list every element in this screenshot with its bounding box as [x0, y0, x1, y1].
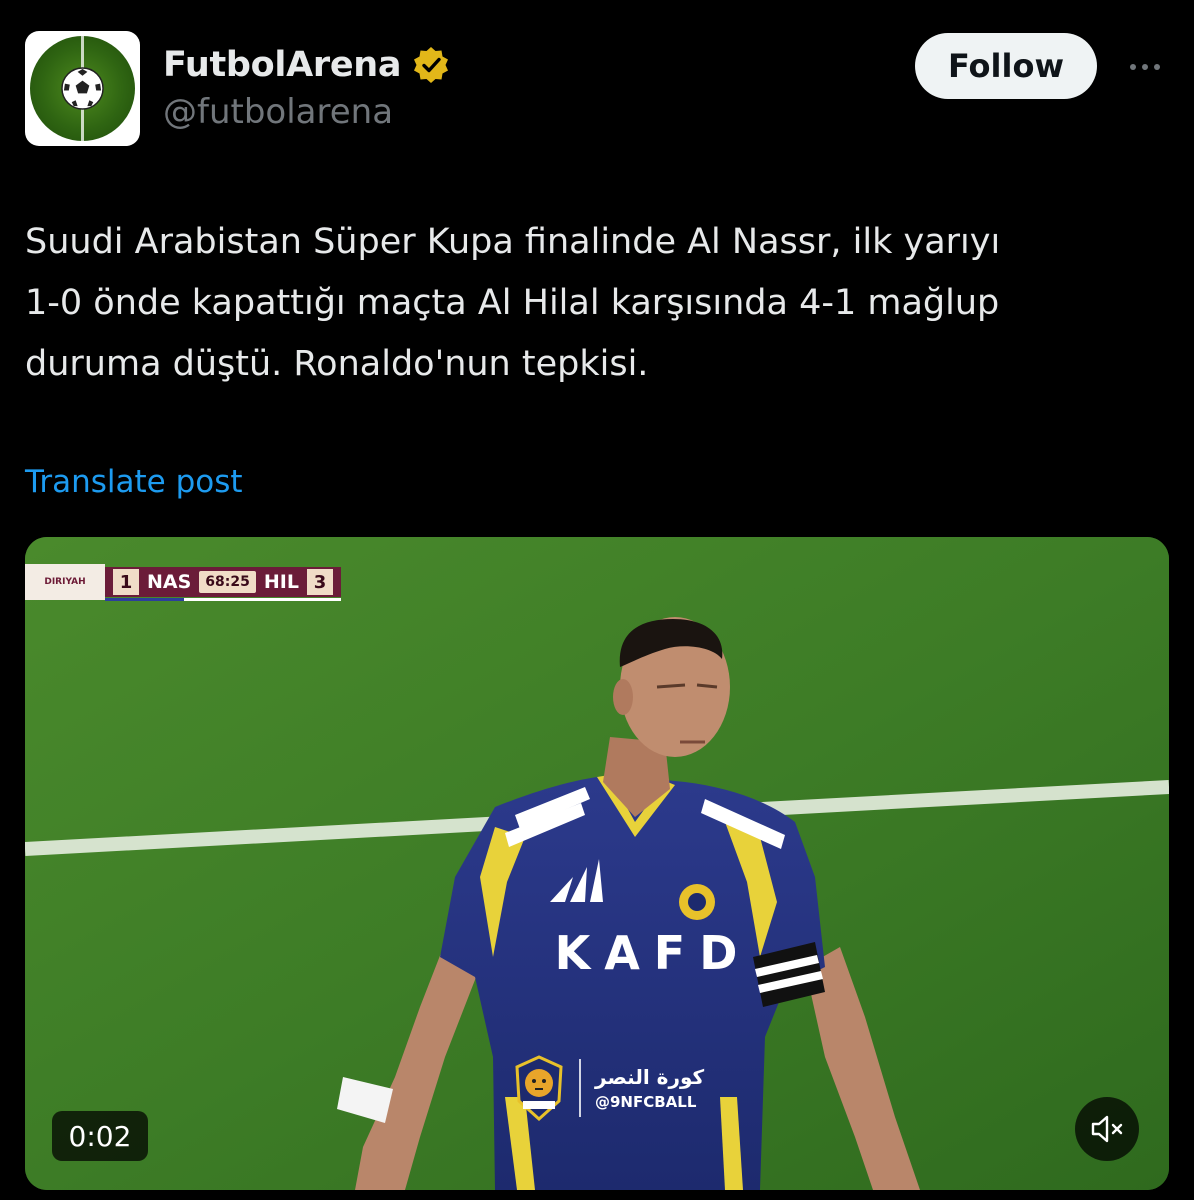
match-clock: 68:25: [199, 571, 256, 593]
watermark-arabic: كورة النصر: [595, 1065, 705, 1089]
author-avatar[interactable]: [25, 31, 140, 146]
post-text-line: Suudi Arabistan Süper Kupa finalinde Al …: [25, 222, 1001, 262]
channel-watermark: كورة النصر @9NFCBALL: [513, 1053, 704, 1123]
verified-badge-icon: [414, 47, 449, 83]
away-team: HIL: [263, 571, 299, 593]
more-dot: [1154, 64, 1160, 70]
more-dot: [1142, 64, 1148, 70]
jersey-sponsor-text: KAFD: [555, 926, 752, 980]
home-team: NAS: [147, 571, 192, 593]
post-card: FutbolArena @futbolarena Follow Suudi Ar…: [0, 0, 1194, 1200]
scoreboard-underline: [105, 598, 341, 601]
post-text-line: 1-0 önde kapattığı maçta Al Hilal karşıs…: [25, 283, 1000, 323]
lion-logo-icon: [515, 1055, 563, 1121]
home-score: 1: [113, 569, 139, 595]
watermark-handle: @9NFCBALL: [595, 1093, 697, 1111]
more-dot: [1130, 64, 1136, 70]
more-options-icon[interactable]: [1120, 50, 1170, 84]
post-text: Suudi Arabistan Süper Kupa finalinde Al …: [25, 212, 1165, 395]
follow-button[interactable]: Follow: [915, 33, 1097, 99]
video-player[interactable]: KAFD DIRIYAH 1 NAS 68:25 HIL 3 كورة النص…: [25, 537, 1169, 1190]
watermark-texts: كورة النصر @9NFCBALL: [595, 1065, 704, 1111]
away-score: 3: [306, 569, 333, 595]
scoreboard-bar: 1 NAS 68:25 HIL 3: [105, 567, 341, 601]
author-display-name[interactable]: FutbolArena: [163, 45, 402, 85]
mute-button[interactable]: [1075, 1097, 1139, 1161]
author-handle[interactable]: @futbolarena: [163, 92, 393, 132]
author-name-row[interactable]: FutbolArena: [163, 42, 451, 88]
video-timer: 0:02: [52, 1111, 148, 1161]
tournament-logo: DIRIYAH: [25, 564, 105, 600]
soccer-ball-icon: [61, 67, 104, 110]
post-text-line: duruma düştü. Ronaldo'nun tepkisi.: [25, 344, 649, 384]
muted-speaker-icon: [1091, 1115, 1123, 1143]
watermark-divider: [579, 1059, 581, 1117]
scoreboard: DIRIYAH 1 NAS 68:25 HIL 3: [25, 564, 341, 601]
translate-post-link[interactable]: Translate post: [25, 464, 243, 500]
